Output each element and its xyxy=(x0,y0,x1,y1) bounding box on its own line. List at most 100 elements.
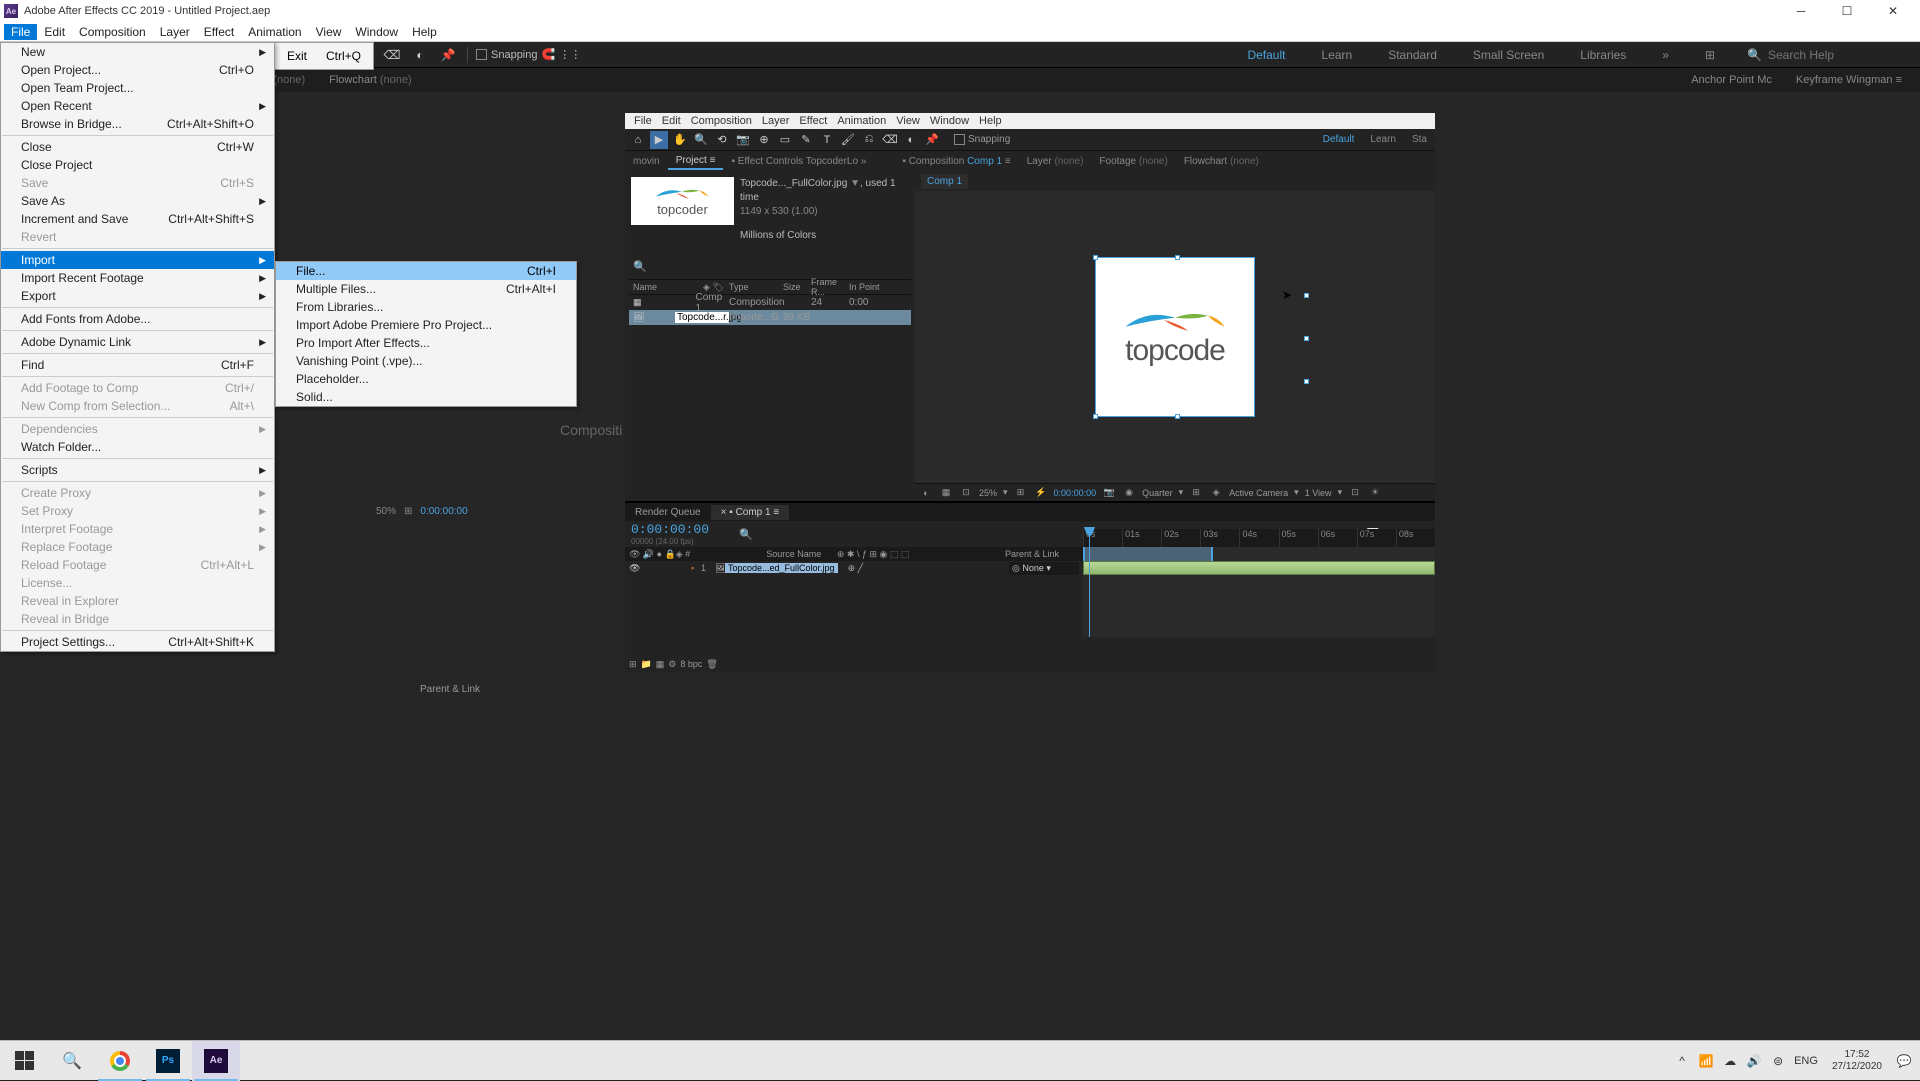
interpret-icon[interactable]: ⊞ xyxy=(629,659,637,670)
menu-view[interactable]: View xyxy=(309,24,349,40)
taskbar-chrome[interactable] xyxy=(96,1041,144,1081)
menu-exit[interactable]: Exit xyxy=(287,49,307,63)
timeline-search-icon[interactable]: 🔍 xyxy=(739,528,753,541)
menu-effect[interactable]: Effect xyxy=(197,24,241,40)
zoom-value[interactable]: 25% xyxy=(979,488,997,498)
tab-timeline-comp[interactable]: × ▪ Comp 1 ≡ xyxy=(711,505,790,520)
import-solid[interactable]: Solid... xyxy=(276,388,576,406)
project-search[interactable]: 🔍 xyxy=(633,257,907,275)
exposure-icon[interactable]: ☀ xyxy=(1368,487,1382,498)
timeline-clip[interactable] xyxy=(1083,561,1435,575)
menu-save-as[interactable]: Save As▶ xyxy=(1,192,274,210)
inner-menu-effect[interactable]: Effect xyxy=(794,115,832,127)
inner-selection-tool-icon[interactable]: ▶ xyxy=(650,131,668,149)
inner-brush-tool-icon[interactable]: 🖌 xyxy=(839,131,857,149)
menu-close-project[interactable]: Close Project xyxy=(1,156,274,174)
notifications-icon[interactable]: 💬 xyxy=(1896,1054,1912,1068)
inner-workspace-learn[interactable]: Learn xyxy=(1366,133,1400,146)
viewer-timecode[interactable]: 0:00:00:00 xyxy=(1054,488,1097,498)
cloud-icon[interactable]: ☁ xyxy=(1722,1054,1738,1068)
maximize-button[interactable]: ☐ xyxy=(1824,0,1870,22)
inner-zoom-tool-icon[interactable]: 🔍 xyxy=(692,131,710,149)
roto-tool-icon[interactable]: ◐ xyxy=(409,45,431,65)
menu-edit[interactable]: Edit xyxy=(37,24,72,40)
playhead[interactable] xyxy=(1089,527,1090,637)
wifi-icon[interactable]: 📶 xyxy=(1698,1054,1714,1068)
workspace-default[interactable]: Default xyxy=(1241,46,1291,64)
inner-menu-help[interactable]: Help xyxy=(974,115,1007,127)
inner-tab-layer[interactable]: Layer (none) xyxy=(1019,154,1092,169)
inner-home-icon[interactable]: ⌂ xyxy=(629,131,647,149)
zoom-dropdown-icon[interactable]: ▾ xyxy=(1003,487,1008,498)
menu-file[interactable]: File xyxy=(4,24,37,40)
alpha-icon[interactable]: ◐ xyxy=(919,488,933,498)
toggle-mask-icon[interactable]: ▦ xyxy=(939,487,953,498)
taskbar-search[interactable]: 🔍 xyxy=(48,1041,96,1081)
workspace-libraries[interactable]: Libraries xyxy=(1574,46,1632,64)
inner-menu-animation[interactable]: Animation xyxy=(832,115,891,127)
camera-dropdown[interactable]: Active Camera xyxy=(1229,488,1288,498)
workspace-overflow-icon[interactable]: » xyxy=(1656,46,1675,64)
asset-thumbnail[interactable]: topcoder xyxy=(631,177,734,225)
outer-timecode[interactable]: 0:00:00:00 xyxy=(420,506,467,517)
eraser-tool-icon[interactable]: ⌫ xyxy=(381,45,403,65)
3d-view-icon[interactable]: ◈ xyxy=(1209,487,1223,498)
menu-import-recent[interactable]: Import Recent Footage▶ xyxy=(1,269,274,287)
channel-icon[interactable]: ◉ xyxy=(1122,487,1136,498)
menu-dynamic-link[interactable]: Adobe Dynamic Link▶ xyxy=(1,333,274,351)
outer-zoom-value[interactable]: 50% xyxy=(376,506,396,517)
menu-layer[interactable]: Layer xyxy=(153,24,197,40)
inner-shape-tool-icon[interactable]: ▭ xyxy=(776,131,794,149)
inner-tab-project[interactable]: Project ≡ xyxy=(668,153,724,170)
inner-menu-file[interactable]: File xyxy=(629,115,657,127)
composition-canvas[interactable]: topcode ➤ xyxy=(1095,257,1255,417)
work-area[interactable] xyxy=(1083,547,1213,561)
resolution-icon[interactable]: ⊞ xyxy=(1014,487,1028,498)
help-search[interactable]: 🔍 xyxy=(1747,48,1908,62)
workspace-reset-icon[interactable]: ⊞ xyxy=(1699,46,1721,64)
menu-increment-save[interactable]: Increment and SaveCtrl+Alt+Shift+S xyxy=(1,210,274,228)
language-indicator[interactable]: ENG xyxy=(1794,1055,1818,1067)
inner-pen-tool-icon[interactable]: ✎ xyxy=(797,131,815,149)
tab-menu-icon[interactable]: ≡ xyxy=(1896,74,1902,86)
timeline-timecode[interactable]: 0:00:00:00 xyxy=(631,522,709,537)
pixel-aspect-icon[interactable]: ⊡ xyxy=(1348,487,1362,498)
project-row-comp[interactable]: ▦Comp 1 Composition 24 0:00 xyxy=(629,295,911,310)
inner-tab-composition[interactable]: ▪ Composition Comp 1 ≡ xyxy=(894,154,1018,169)
parent-dropdown[interactable]: ◎ None ▾ xyxy=(1009,562,1079,575)
new-folder-icon[interactable]: 📁 xyxy=(641,659,652,670)
inner-menu-layer[interactable]: Layer xyxy=(757,115,795,127)
fast-preview-icon[interactable]: ⚡ xyxy=(1034,487,1048,498)
inner-pan-behind-icon[interactable]: ⊕ xyxy=(755,131,773,149)
clock[interactable]: 17:52 27/12/2020 xyxy=(1832,1049,1882,1073)
menu-open-project[interactable]: Open Project...Ctrl+O xyxy=(1,61,274,79)
import-file[interactable]: File...Ctrl+I xyxy=(276,262,576,280)
menu-animation[interactable]: Animation xyxy=(241,24,308,40)
menu-import[interactable]: Import▶ xyxy=(1,251,274,269)
import-placeholder[interactable]: Placeholder... xyxy=(276,370,576,388)
tray-expand-icon[interactable]: ^ xyxy=(1674,1054,1690,1068)
inner-snapping[interactable]: Snapping xyxy=(954,134,1010,145)
import-vanishing-point[interactable]: Vanishing Point (.vpe)... xyxy=(276,352,576,370)
workspace-standard[interactable]: Standard xyxy=(1382,46,1443,64)
project-row-footage[interactable]: 🖼Topcode...r.jpg Importe...G 99 KB xyxy=(629,310,911,325)
menu-composition[interactable]: Composition xyxy=(72,24,153,40)
inner-tab-flowchart[interactable]: Flowchart (none) xyxy=(1176,154,1267,169)
menu-window[interactable]: Window xyxy=(348,24,405,40)
menu-watch-folder[interactable]: Watch Folder... xyxy=(1,438,274,456)
timeline-layer-row[interactable]: 👁 ▪ 1 🖼 Topcode...ed_FullColor.jpg ⊕ ╱ ◎… xyxy=(625,561,1083,575)
inner-tab-effect-controls[interactable]: ▪ Effect Controls TopcoderLo » xyxy=(723,154,874,169)
workspace-small-screen[interactable]: Small Screen xyxy=(1467,46,1550,64)
inner-eraser-tool-icon[interactable]: ⌫ xyxy=(881,131,899,149)
quality-dropdown[interactable]: Quarter xyxy=(1142,488,1173,498)
snapping-toggle[interactable]: Snapping 🧲 ⋮⋮ xyxy=(476,48,581,61)
snapshot-icon[interactable]: 📷 xyxy=(1102,487,1116,498)
tab-keyframe-wingman[interactable]: Keyframe Wingman ≡ xyxy=(1786,71,1912,89)
inner-hand-tool-icon[interactable]: ✋ xyxy=(671,131,689,149)
transparency-grid-icon[interactable]: ⊞ xyxy=(1189,487,1203,498)
inner-menu-edit[interactable]: Edit xyxy=(657,115,686,127)
search-input[interactable] xyxy=(1768,48,1908,62)
inner-menu-composition[interactable]: Composition xyxy=(686,115,757,127)
volume-icon[interactable]: 🔊 xyxy=(1746,1054,1762,1068)
inner-menu-window[interactable]: Window xyxy=(925,115,974,127)
